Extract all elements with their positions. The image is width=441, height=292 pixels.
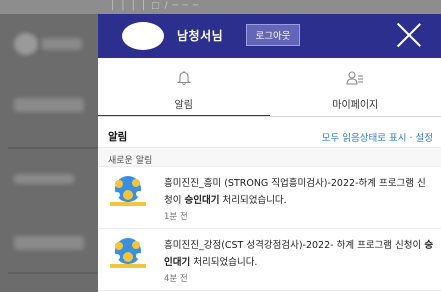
tab-notifications-label: 알림 bbox=[174, 100, 193, 111]
logout-button[interactable]: 로그아웃 bbox=[246, 24, 300, 46]
panel-tabs: 알림 마이페이지 bbox=[98, 58, 441, 117]
notification-status: 승인대기 bbox=[184, 195, 220, 206]
background-divider bbox=[8, 147, 98, 149]
close-icon[interactable] bbox=[396, 22, 422, 48]
background-divider bbox=[8, 272, 98, 274]
avatar[interactable] bbox=[122, 22, 164, 50]
tab-mypage[interactable]: 마이페이지 bbox=[270, 58, 441, 117]
bell-icon bbox=[176, 71, 191, 86]
notification-item[interactable]: 흥미진진_강점(CST 성격강점검사)-2022- 하계 프로그램 신청이 승인… bbox=[98, 229, 441, 291]
background-ghost-text: │ │ │ │ □ / ─ ─ ─ bbox=[110, 1, 200, 11]
background-top-strip: │ │ │ │ □ / ─ ─ ─ bbox=[0, 0, 441, 14]
background-blurred-text bbox=[14, 174, 74, 184]
notification-message: 흥미진진_강점(CST 성격강점검사)-2022- 하계 프로그램 신청이 bbox=[164, 240, 425, 251]
program-thumbnail-icon bbox=[110, 176, 146, 206]
background-logo bbox=[14, 33, 38, 55]
notification-time: 1분 전 bbox=[164, 212, 188, 222]
notification-time: 4분 전 bbox=[164, 274, 188, 284]
tabs-divider bbox=[98, 116, 441, 117]
notification-message-end: 처리되었습니다. bbox=[219, 195, 287, 206]
notifications-header: 알림 모두 읽음상태로 표시 · 설정 bbox=[98, 127, 441, 145]
tab-notifications[interactable]: 알림 bbox=[98, 58, 270, 117]
notifications-title: 알림 bbox=[108, 131, 128, 143]
user-notification-panel: 남청서님 로그아웃 알림 마이페이지 알림 모두 읽음상태로 표시 · 설정 새… bbox=[98, 14, 441, 292]
notification-text: 흥미진진_흥미 (STRONG 직업흥미검사)-2022-하계 프로그램 신청이… bbox=[164, 175, 434, 225]
background-blurred-heading bbox=[14, 98, 84, 112]
panel-header: 남청서님 로그아웃 bbox=[98, 14, 441, 58]
user-list-icon bbox=[346, 71, 364, 85]
program-thumbnail-icon bbox=[110, 238, 146, 268]
background-blurred-text bbox=[42, 38, 82, 50]
notification-text: 흥미진진_강점(CST 성격강점검사)-2022- 하계 프로그램 신청이 승인… bbox=[164, 237, 434, 287]
tab-mypage-label: 마이페이지 bbox=[332, 100, 379, 111]
background-blurred-text bbox=[14, 236, 84, 250]
mark-all-read-link[interactable]: 모두 읽음상태로 표시 · 설정 bbox=[322, 130, 433, 144]
new-notifications-label: 새로운 알림 bbox=[98, 147, 441, 167]
username: 남청서님 bbox=[177, 29, 224, 43]
notification-message-end: 처리되었습니다. bbox=[190, 257, 258, 268]
notification-item[interactable]: 흥미진진_흥미 (STRONG 직업흥미검사)-2022-하계 프로그램 신청이… bbox=[98, 167, 441, 229]
